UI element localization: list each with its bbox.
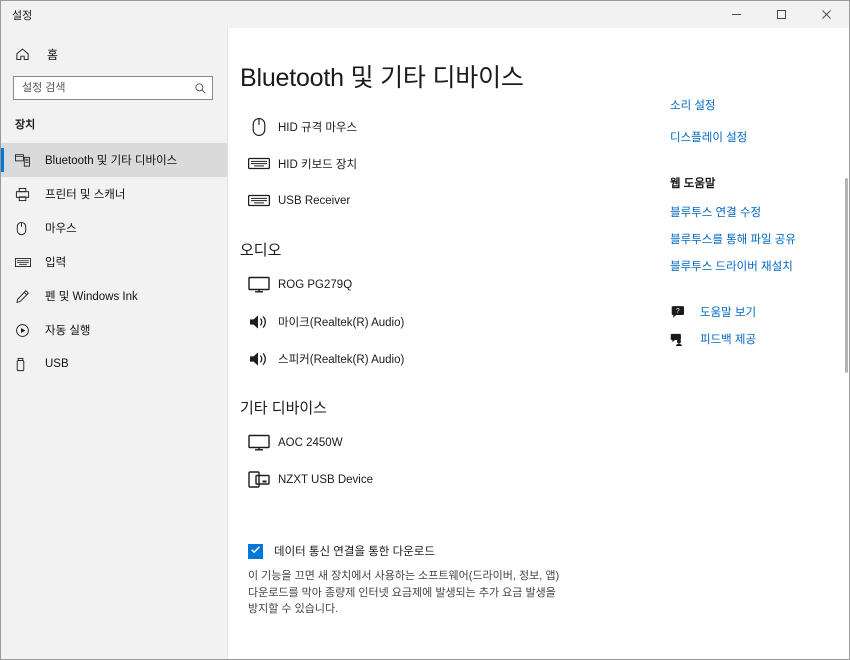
device-section-other: AOC 2450W NZXT USB Device bbox=[240, 424, 648, 498]
sidebar-item-autoplay[interactable]: 자동 실행 bbox=[1, 313, 227, 347]
metered-download-checkbox[interactable] bbox=[248, 542, 263, 560]
svg-text:?: ? bbox=[676, 308, 680, 315]
sidebar-nav-list: Bluetooth 및 기타 디바이스 프린터 및 스캐너 마우스 입력 펜 및… bbox=[1, 143, 227, 381]
minimize-button[interactable] bbox=[714, 1, 759, 28]
link-give-feedback[interactable]: 피드백 제공 bbox=[670, 331, 849, 347]
device-name: AOC 2450W bbox=[278, 436, 343, 449]
page-title: Bluetooth 및 기타 디바이스 bbox=[240, 64, 524, 92]
right-rail: 소리 설정 디스플레이 설정 웹 도움말 블루투스 연결 수정 블루투스를 통해… bbox=[648, 58, 849, 659]
window-title: 설정 bbox=[12, 9, 33, 22]
pen-icon bbox=[15, 289, 33, 304]
link-give-feedback-label: 피드백 제공 bbox=[700, 334, 757, 346]
metered-download-description: 이 기능을 끄면 새 장치에서 사용하는 소프트웨어(드라이버, 정보, 앱) … bbox=[248, 570, 560, 616]
device-section-audio: ROG PG279Q 마이크(Realtek(R) Audio) 스피커(Rea… bbox=[240, 266, 648, 377]
device-row[interactable]: AOC 2450W bbox=[240, 424, 648, 461]
main-content: Bluetooth 및 기타 디바이스 HID 규격 마우스 HID 키보드 장… bbox=[228, 28, 849, 659]
caption-button-group bbox=[714, 1, 849, 28]
bluetooth-devices-icon bbox=[15, 153, 33, 167]
device-row[interactable]: HID 키보드 장치 bbox=[240, 145, 648, 182]
device-row[interactable]: USB Receiver bbox=[240, 182, 648, 219]
metered-download-block: 데이터 통신 연결을 통한 다운로드 이 기능을 끄면 새 장치에서 사용하는 … bbox=[240, 543, 648, 618]
sidebar-item-pen-windows-ink[interactable]: 펜 및 Windows Ink bbox=[1, 279, 227, 313]
link-share-files-over-bluetooth[interactable]: 블루투스를 통해 파일 공유 bbox=[670, 231, 796, 247]
checkmark-icon bbox=[250, 542, 261, 560]
sidebar-home-label: 홈 bbox=[47, 47, 59, 62]
feedback-icon bbox=[670, 332, 692, 346]
device-row[interactable]: HID 규격 마우스 bbox=[240, 108, 648, 145]
device-name: USB Receiver bbox=[278, 194, 351, 207]
link-reinstall-bluetooth-driver[interactable]: 블루투스 드라이버 재설치 bbox=[670, 258, 793, 274]
search-input[interactable] bbox=[22, 82, 194, 94]
link-get-help-label: 도움말 보기 bbox=[700, 307, 757, 319]
main-content-scroll-area: Bluetooth 및 기타 디바이스 HID 규격 마우스 HID 키보드 장… bbox=[228, 28, 849, 659]
close-icon bbox=[821, 9, 832, 20]
device-name: 마이크(Realtek(R) Audio) bbox=[278, 316, 405, 329]
device-name: HID 키보드 장치 bbox=[278, 158, 358, 171]
support-links-group: ? 도움말 보기 피드백 제공 bbox=[670, 304, 849, 347]
sidebar-item-label: 마우스 bbox=[45, 223, 77, 235]
link-display-settings[interactable]: 디스플레이 설정 bbox=[670, 129, 747, 145]
sidebar-item-usb[interactable]: USB bbox=[1, 347, 227, 381]
device-name: 스피커(Realtek(R) Audio) bbox=[278, 353, 405, 366]
home-icon bbox=[15, 47, 35, 62]
device-section-primary: HID 규격 마우스 HID 키보드 장치 USB Receiver bbox=[240, 108, 648, 219]
settings-window: 설정 홈 설정 검색 장치 Bluetooth 및 기타 디바이스 프린터 및 … bbox=[0, 0, 850, 660]
metered-download-label: 데이터 통신 연결을 통한 다운로드 bbox=[274, 546, 435, 558]
sidebar-item-home[interactable]: 홈 bbox=[1, 39, 227, 69]
maximize-button[interactable] bbox=[759, 1, 804, 28]
link-fix-bluetooth-connection[interactable]: 블루투스 연결 수정 bbox=[670, 204, 761, 220]
speaker-icon bbox=[240, 313, 278, 331]
sidebar-item-label: Bluetooth 및 기타 디바이스 bbox=[45, 155, 178, 167]
maximize-icon bbox=[776, 9, 787, 20]
sidebar-item-label: 자동 실행 bbox=[45, 325, 91, 337]
monitor-icon bbox=[240, 276, 278, 293]
web-help-heading: 웹 도움말 bbox=[670, 178, 716, 190]
monitor-icon bbox=[240, 434, 278, 451]
speaker-icon bbox=[240, 350, 278, 368]
device-row[interactable]: ROG PG279Q bbox=[240, 266, 648, 303]
mouse-icon bbox=[240, 117, 278, 137]
section-title-audio: 오디오 bbox=[240, 242, 282, 259]
keyboard-icon bbox=[15, 257, 33, 268]
sidebar-item-label: 입력 bbox=[45, 257, 67, 269]
multi-device-icon bbox=[240, 470, 278, 489]
sidebar-item-typing[interactable]: 입력 bbox=[1, 245, 227, 279]
search-container bbox=[1, 76, 227, 100]
vertical-scrollbar[interactable] bbox=[843, 28, 849, 659]
sidebar-group-title: 장치 bbox=[15, 119, 36, 131]
device-name: NZXT USB Device bbox=[278, 473, 374, 486]
close-button[interactable] bbox=[804, 1, 849, 28]
minimize-icon bbox=[731, 9, 742, 20]
search-box[interactable] bbox=[13, 76, 213, 100]
search-icon[interactable] bbox=[194, 82, 207, 95]
link-get-help[interactable]: ? 도움말 보기 bbox=[670, 304, 849, 320]
device-row[interactable]: 마이크(Realtek(R) Audio) bbox=[240, 303, 648, 340]
window-body: 홈 장치 bbox=[1, 28, 849, 659]
title-bar: 설정 bbox=[1, 1, 849, 28]
sidebar: 홈 장치 bbox=[1, 28, 228, 659]
keyboard-icon bbox=[240, 193, 278, 208]
sidebar-item-bluetooth-devices[interactable]: Bluetooth 및 기타 디바이스 bbox=[1, 143, 227, 177]
keyboard-icon bbox=[240, 156, 278, 171]
device-row[interactable]: NZXT USB Device bbox=[240, 461, 648, 498]
metered-download-row[interactable]: 데이터 통신 연결을 통한 다운로드 bbox=[248, 543, 648, 559]
scrollbar-thumb[interactable] bbox=[845, 178, 848, 373]
section-title-other-devices: 기타 디바이스 bbox=[240, 400, 327, 417]
usb-icon bbox=[15, 357, 33, 372]
device-column: Bluetooth 및 기타 디바이스 HID 규격 마우스 HID 키보드 장… bbox=[228, 58, 648, 659]
sidebar-item-mouse[interactable]: 마우스 bbox=[1, 211, 227, 245]
help-bubble-icon: ? bbox=[670, 305, 692, 319]
mouse-icon bbox=[15, 221, 33, 236]
sidebar-item-label: 프린터 및 스캐너 bbox=[45, 189, 126, 201]
device-row[interactable]: 스피커(Realtek(R) Audio) bbox=[240, 340, 648, 377]
sidebar-item-label: USB bbox=[45, 358, 69, 370]
printer-icon bbox=[15, 187, 33, 202]
sidebar-item-printers-scanners[interactable]: 프린터 및 스캐너 bbox=[1, 177, 227, 211]
link-sound-settings[interactable]: 소리 설정 bbox=[670, 97, 716, 113]
sidebar-item-label: 펜 및 Windows Ink bbox=[45, 291, 138, 303]
autoplay-icon bbox=[15, 323, 33, 338]
device-name: HID 규격 마우스 bbox=[278, 121, 358, 134]
device-name: ROG PG279Q bbox=[278, 278, 353, 291]
